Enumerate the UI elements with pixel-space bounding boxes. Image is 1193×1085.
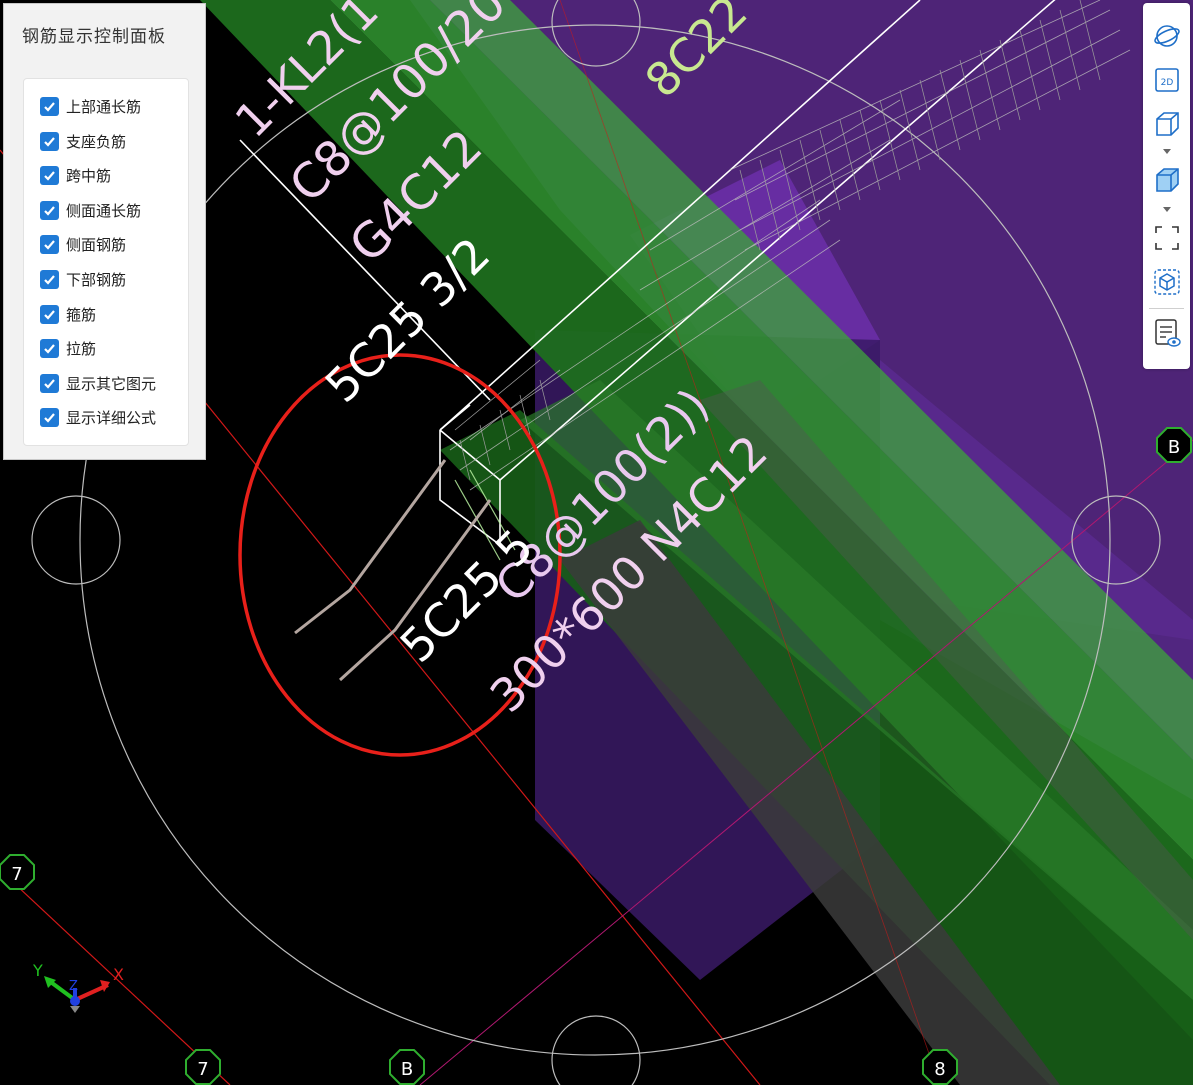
option-label: 支座负筋 [66, 132, 127, 151]
selection-frame-icon [1155, 226, 1179, 250]
grid-marker-bottom-b: B [389, 1049, 425, 1085]
option-label: 侧面钢筋 [66, 235, 127, 254]
solid-view-button[interactable] [1150, 163, 1184, 197]
option-top-continuous-bar[interactable]: 上部通长筋 [40, 95, 141, 117]
orbit-icon [1154, 25, 1180, 47]
option-label: 显示其它图元 [66, 374, 157, 393]
view-2d-button[interactable]: 2D [1150, 63, 1184, 97]
z-axis-label: Z [69, 979, 78, 994]
view-2d-icon: 2D [1155, 68, 1179, 92]
selection-frame-button[interactable] [1150, 221, 1184, 255]
option-midspan-bar[interactable]: 跨中筋 [40, 164, 111, 186]
box-solid-icon [1156, 168, 1179, 192]
grid-marker-bottom-8: 8 [922, 1049, 958, 1085]
option-support-negative-bar[interactable]: 支座负筋 [40, 130, 126, 152]
checkbox-checked[interactable] [40, 131, 59, 151]
option-label: 箍筋 [66, 305, 97, 324]
svg-text:7: 7 [11, 864, 22, 885]
option-stirrup[interactable]: 箍筋 [40, 303, 96, 325]
chevron-down-icon[interactable] [1162, 147, 1172, 155]
option-label: 拉筋 [66, 339, 97, 358]
checkbox-checked[interactable] [40, 373, 59, 393]
option-tie-bar[interactable]: 拉筋 [40, 337, 96, 359]
y-axis-label: Y [32, 961, 43, 980]
panel-title: 钢筋显示控制面板 [22, 27, 166, 47]
checkbox-checked[interactable] [40, 338, 59, 358]
orbit-button[interactable] [1150, 19, 1184, 53]
checkbox-checked[interactable] [40, 407, 59, 427]
option-label: 跨中筋 [66, 166, 112, 185]
checkbox-checked[interactable] [40, 234, 59, 254]
svg-text:B: B [1168, 437, 1180, 458]
options-list: 上部通长筋 支座负筋 跨中筋 侧面通长筋 侧面钢筋 下部钢筋 箍筋 拉筋 显示其… [23, 78, 189, 446]
toolbar-divider [1149, 308, 1184, 309]
checkbox-checked[interactable] [40, 304, 59, 324]
checkbox-checked[interactable] [40, 165, 59, 185]
checkbox-checked[interactable] [40, 269, 59, 289]
svg-text:B: B [401, 1059, 413, 1080]
chevron-down-icon[interactable] [1162, 205, 1172, 213]
view-toolbar: 2D [1143, 3, 1190, 369]
svg-text:7: 7 [197, 1059, 208, 1080]
option-bottom-bar[interactable]: 下部钢筋 [40, 268, 126, 290]
rebar-display-control-panel: 钢筋显示控制面板 上部通长筋 支座负筋 跨中筋 侧面通长筋 侧面钢筋 下部钢筋 … [3, 3, 206, 460]
option-label: 显示详细公式 [66, 408, 157, 427]
option-side-continuous-bar[interactable]: 侧面通长筋 [40, 199, 141, 221]
option-label: 侧面通长筋 [66, 201, 142, 220]
cube-select-icon [1154, 269, 1180, 295]
option-label: 下部钢筋 [66, 270, 127, 289]
wireframe-view-button[interactable] [1150, 107, 1184, 141]
option-label: 上部通长筋 [66, 97, 142, 116]
checkbox-checked[interactable] [40, 200, 59, 220]
option-side-bar[interactable]: 侧面钢筋 [40, 233, 126, 255]
option-show-detailed-formula[interactable]: 显示详细公式 [40, 406, 156, 428]
grid-marker-right-b: B [1156, 427, 1192, 463]
report-view-button[interactable] [1150, 316, 1184, 350]
option-show-other-elements[interactable]: 显示其它图元 [40, 372, 156, 394]
svg-text:2D: 2D [1161, 78, 1174, 88]
report-view-icon [1155, 319, 1181, 347]
svg-text:8: 8 [934, 1059, 945, 1080]
cube-select-button[interactable] [1150, 265, 1184, 299]
checkbox-checked[interactable] [40, 96, 59, 116]
grid-marker-left-7: 7 [0, 854, 35, 890]
box-wireframe-icon [1156, 112, 1179, 136]
x-axis-label: X [113, 965, 124, 984]
grid-marker-bottom-7: 7 [185, 1049, 221, 1085]
